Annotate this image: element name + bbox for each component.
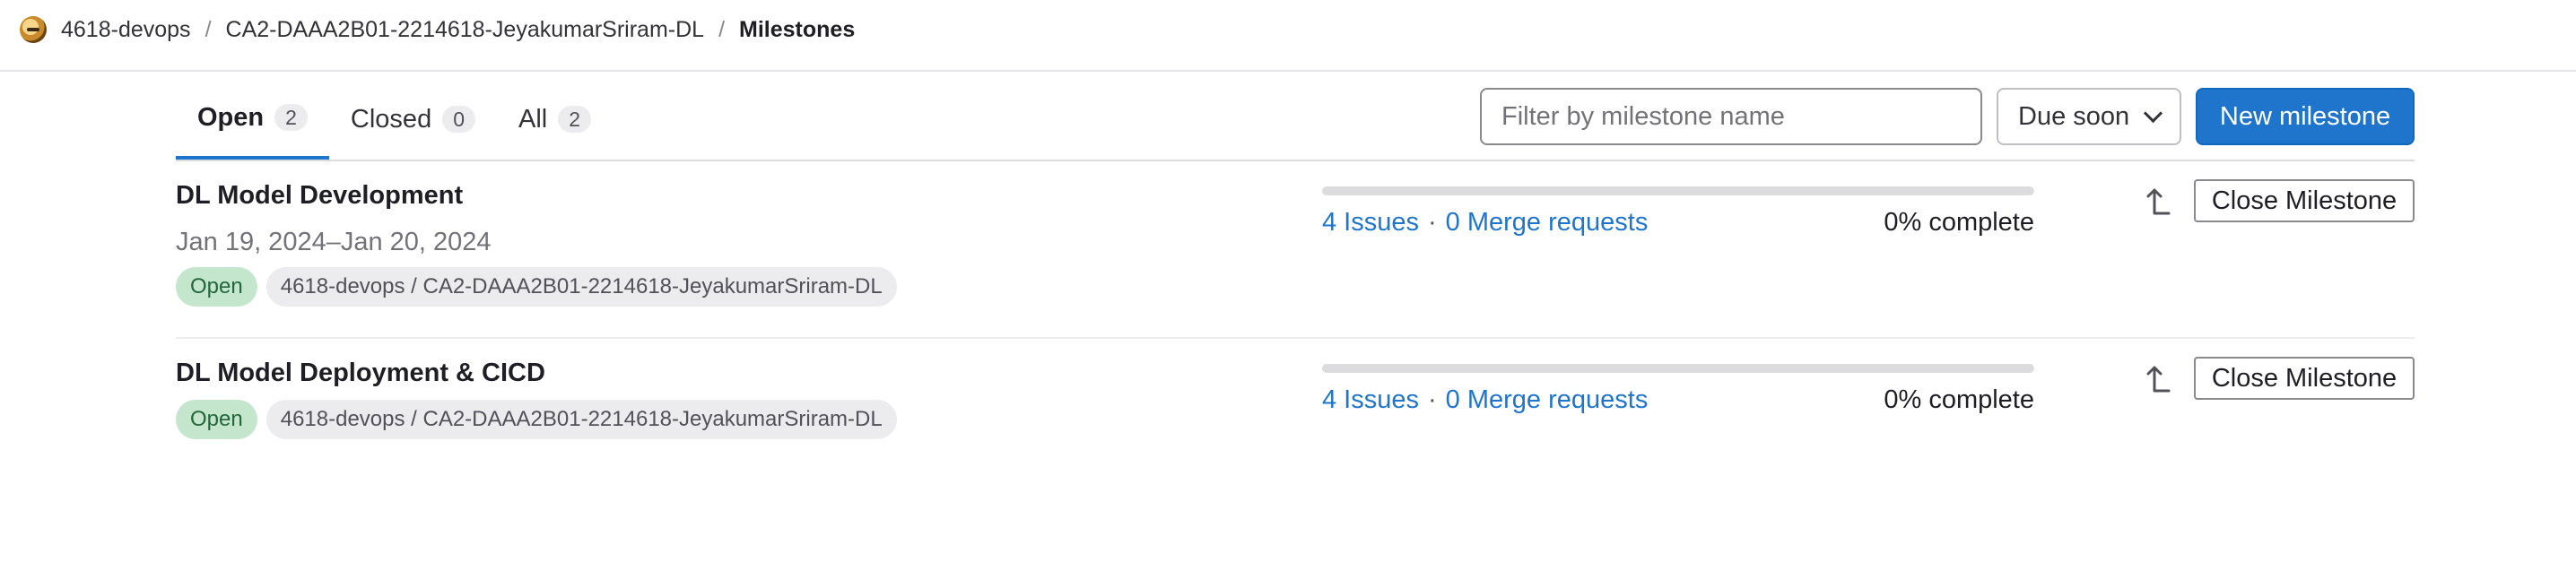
chevron-down-icon	[2143, 103, 2163, 123]
tab-count-badge: 0	[442, 106, 475, 133]
milestone-dates: Jan 19, 2024–Jan 20, 2024	[176, 228, 492, 256]
breadcrumb-item-group[interactable]: 4618-devops	[61, 17, 191, 43]
milestone-progress-bar	[1322, 364, 2034, 373]
milestone-state-tabs: Open 2 Closed 0 All 2	[176, 79, 613, 160]
link-separator: ·	[1428, 208, 1437, 237]
completion-text: 0% complete	[1884, 385, 2034, 414]
completion-text: 0% complete	[1884, 208, 2034, 237]
issues-link[interactable]: 4 Issues	[1322, 385, 1419, 415]
close-milestone-button[interactable]: Close Milestone	[2194, 179, 2415, 222]
new-milestone-button[interactable]: New milestone	[2196, 88, 2415, 145]
status-badge: Open	[176, 267, 257, 307]
sort-label: Due soon	[2018, 101, 2130, 131]
breadcrumb-current[interactable]: Milestones	[739, 17, 855, 43]
milestone-title[interactable]: DL Model Deployment & CICD	[176, 359, 545, 388]
issues-link[interactable]: 4 Issues	[1322, 208, 1419, 238]
sort-dropdown[interactable]: Due soon	[1997, 88, 2181, 145]
promote-icon[interactable]	[2145, 362, 2174, 394]
milestone-links: 4 Issues · 0 Merge requests	[1322, 208, 1648, 238]
tab-closed[interactable]: Closed 0	[329, 79, 497, 160]
group-avatar-icon[interactable]	[20, 16, 47, 43]
milestone-filter-input[interactable]	[1480, 88, 1982, 145]
merge-requests-link[interactable]: 0 Merge requests	[1446, 385, 1649, 415]
breadcrumb-separator: /	[205, 16, 212, 42]
breadcrumb-item-project[interactable]: CA2-DAAA2B01-2214618-JeyakumarSriram-DL	[226, 17, 705, 43]
milestone-progress-bar	[1322, 186, 2034, 195]
milestone-chips: Open 4618-devops / CA2-DAAA2B01-2214618-…	[176, 400, 897, 439]
tab-all[interactable]: All 2	[497, 79, 613, 160]
top-bar: 4618-devops / CA2-DAAA2B01-2214618-Jeyak…	[0, 0, 2576, 72]
tab-label: Open	[197, 102, 265, 132]
tab-count-badge: 2	[274, 104, 308, 131]
breadcrumb: 4618-devops / CA2-DAAA2B01-2214618-Jeyak…	[20, 13, 855, 46]
breadcrumb-separator: /	[718, 16, 726, 42]
tab-label: All	[518, 104, 548, 134]
status-badge: Open	[176, 400, 257, 439]
link-separator: ·	[1428, 385, 1437, 414]
milestone-title[interactable]: DL Model Development	[176, 181, 463, 211]
close-milestone-button[interactable]: Close Milestone	[2194, 357, 2415, 400]
tab-label: Closed	[350, 104, 432, 134]
promote-icon[interactable]	[2145, 185, 2174, 217]
project-path-badge[interactable]: 4618-devops / CA2-DAAA2B01-2214618-Jeyak…	[265, 400, 897, 439]
tab-open[interactable]: Open 2	[176, 79, 329, 160]
tab-count-badge: 2	[558, 106, 592, 133]
milestone-links: 4 Issues · 0 Merge requests	[1322, 385, 1648, 415]
milestone-chips: Open 4618-devops / CA2-DAAA2B01-2214618-…	[176, 267, 897, 307]
milestone-row: DL Model Deployment & CICD Open 4618-dev…	[176, 339, 2415, 455]
project-path-badge[interactable]: 4618-devops / CA2-DAAA2B01-2214618-Jeyak…	[265, 267, 897, 307]
merge-requests-link[interactable]: 0 Merge requests	[1446, 208, 1649, 238]
milestone-row: DL Model Development Jan 19, 2024–Jan 20…	[176, 161, 2415, 339]
